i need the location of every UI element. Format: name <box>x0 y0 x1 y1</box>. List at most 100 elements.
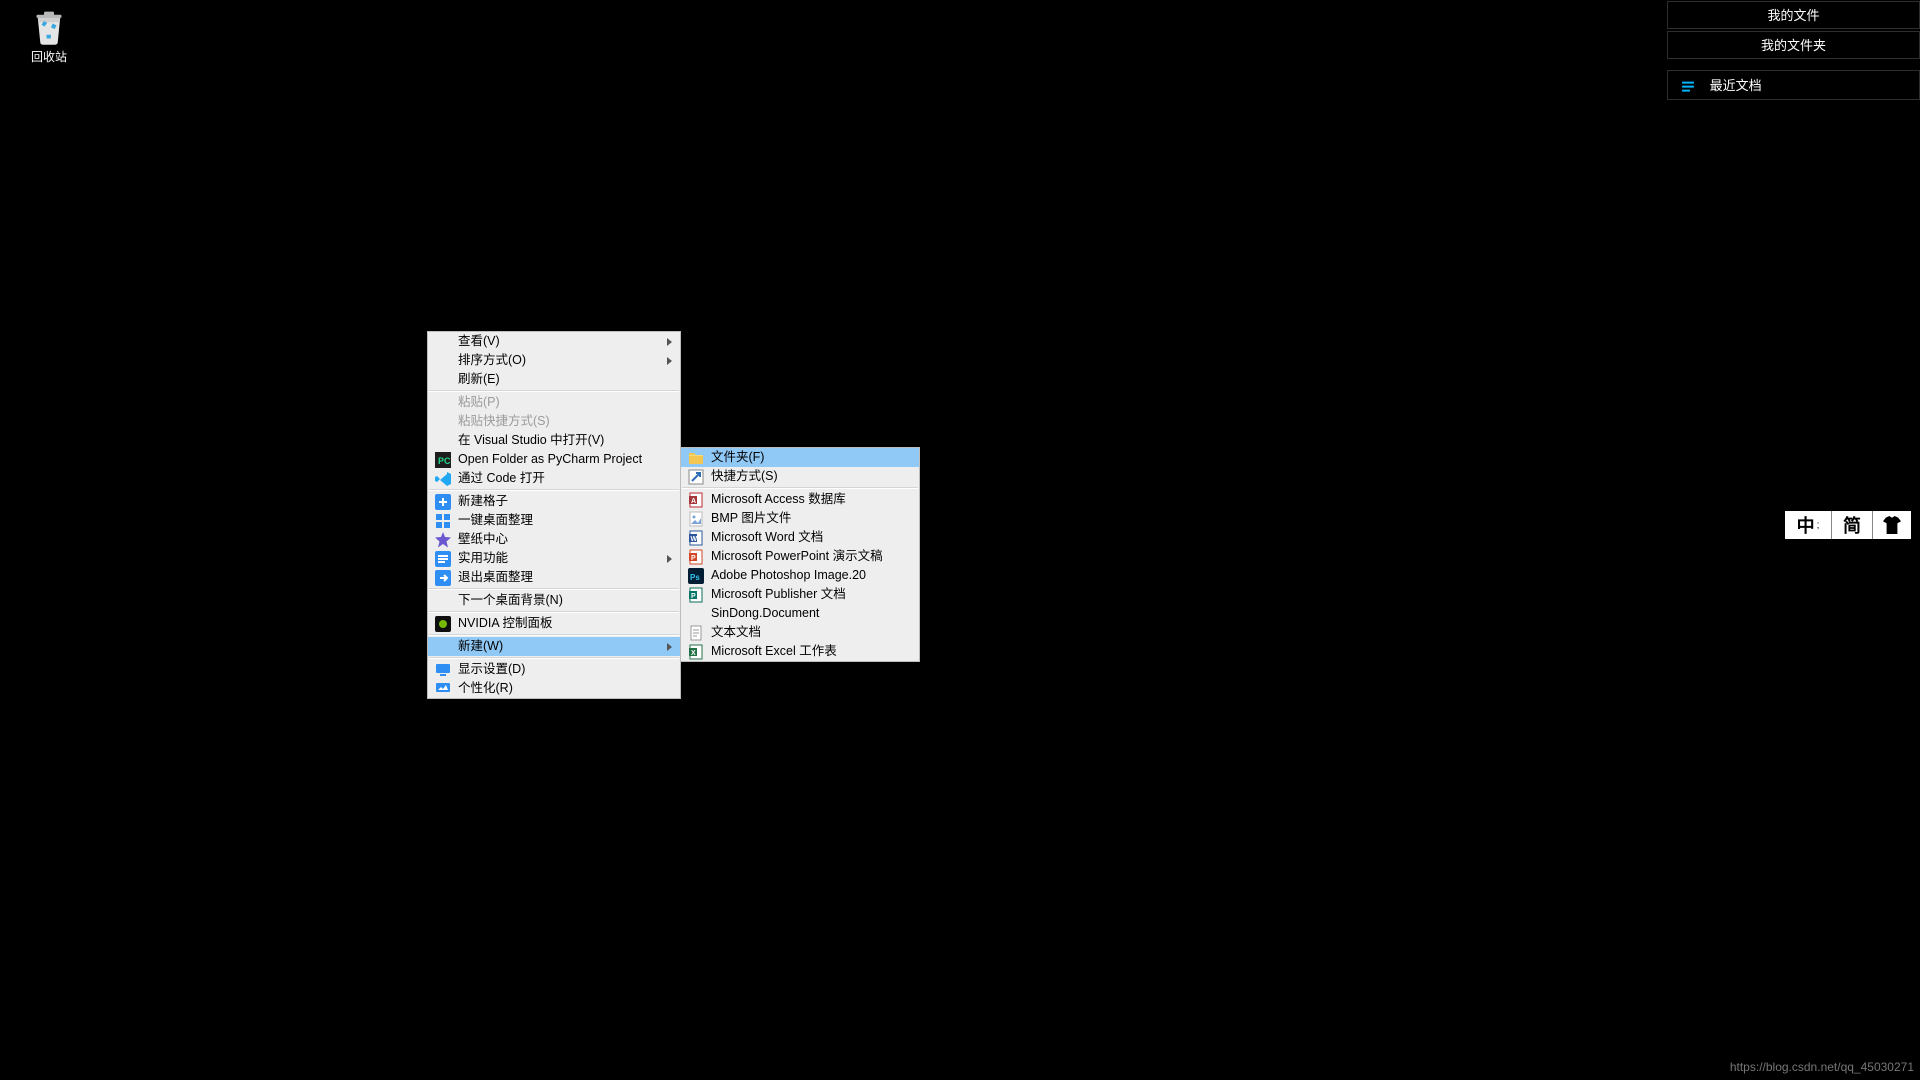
menu-label: Microsoft PowerPoint 演示文稿 <box>711 549 883 563</box>
svg-text:W: W <box>691 536 698 543</box>
txt-icon <box>688 625 704 641</box>
menu-label: BMP 图片文件 <box>711 511 791 525</box>
side-panel-label: 我的文件 <box>1767 8 1819 23</box>
new-sindong[interactable]: SinDong.Document <box>681 604 919 623</box>
menu-label: 个性化(R) <box>458 681 513 695</box>
menu-label: Adobe Photoshop Image.20 <box>711 568 866 582</box>
new-word[interactable]: W Microsoft Word 文档 <box>681 528 919 547</box>
side-panel-recent-docs[interactable]: 最近文档 <box>1667 70 1920 100</box>
desktop-context-menu: 查看(V) 排序方式(O) 刷新(E) 粘贴(P) 粘贴快捷方式(S) 在 Vi… <box>427 331 681 699</box>
ime-skin-button[interactable] <box>1873 511 1911 539</box>
svg-text:P: P <box>691 593 696 600</box>
desktop-icon-recycle-bin[interactable]: 回收站 <box>12 6 86 65</box>
menu-label: 下一个桌面背景(N) <box>458 593 563 607</box>
photoshop-icon: Ps <box>688 568 704 584</box>
menu-label: Microsoft Publisher 文档 <box>711 587 846 601</box>
svg-text:A: A <box>691 498 696 505</box>
svg-text:Ps: Ps <box>690 573 700 582</box>
menu-label: 粘贴(P) <box>458 395 500 409</box>
shortcut-icon <box>688 469 704 485</box>
word-icon: W <box>688 530 704 546</box>
ctx-paste-shortcut: 粘贴快捷方式(S) <box>428 412 680 431</box>
menu-separator <box>682 487 918 489</box>
recycle-bin-icon <box>29 6 69 46</box>
ctx-nvidia[interactable]: NVIDIA 控制面板 <box>428 614 680 633</box>
recycle-bin-label: 回收站 <box>12 48 86 65</box>
vscode-icon <box>435 471 451 487</box>
menu-separator <box>429 611 679 613</box>
menu-label: 通过 Code 打开 <box>458 471 545 485</box>
new-publisher[interactable]: P Microsoft Publisher 文档 <box>681 585 919 604</box>
wallpaper-icon <box>435 532 451 548</box>
powerpoint-icon: P <box>688 549 704 565</box>
side-panel-my-folder[interactable]: 我的文件夹 <box>1667 31 1920 59</box>
ctx-display-settings[interactable]: 显示设置(D) <box>428 660 680 679</box>
svg-text:X: X <box>691 650 696 657</box>
ctx-open-code[interactable]: 通过 Code 打开 <box>428 469 680 488</box>
side-panel-label: 最近文档 <box>1710 78 1762 93</box>
nvidia-icon <box>435 616 451 632</box>
ctx-refresh[interactable]: 刷新(E) <box>428 370 680 389</box>
new-folder[interactable]: 文件夹(F) <box>681 448 919 467</box>
menu-separator <box>429 657 679 659</box>
ime-sub: ; <box>1817 520 1820 531</box>
ctx-wallpaper-center[interactable]: 壁纸中心 <box>428 530 680 549</box>
ctx-paste: 粘贴(P) <box>428 393 680 412</box>
ctx-new[interactable]: 新建(W) <box>428 637 680 656</box>
folder-icon <box>688 450 704 466</box>
menu-separator <box>429 390 679 392</box>
menu-label: 文本文档 <box>711 625 761 639</box>
menu-separator <box>429 489 679 491</box>
menu-label: 退出桌面整理 <box>458 570 533 584</box>
publisher-icon: P <box>688 587 704 603</box>
arrange-icon <box>435 513 451 529</box>
menu-separator <box>429 588 679 590</box>
ctx-exit-arrange[interactable]: 退出桌面整理 <box>428 568 680 587</box>
new-txt[interactable]: 文本文档 <box>681 623 919 642</box>
new-photoshop[interactable]: Ps Adobe Photoshop Image.20 <box>681 566 919 585</box>
ime-toolbar[interactable]: 中; 简 <box>1784 510 1912 540</box>
svg-text:P: P <box>691 555 696 562</box>
bmp-icon <box>688 511 704 527</box>
menu-label: 壁纸中心 <box>458 532 508 546</box>
new-excel[interactable]: X Microsoft Excel 工作表 <box>681 642 919 661</box>
ime-charset-toggle[interactable]: 简 <box>1832 511 1873 539</box>
menu-label: 查看(V) <box>458 334 500 348</box>
menu-label: Open Folder as PyCharm Project <box>458 452 642 466</box>
menu-label: 刷新(E) <box>458 372 500 386</box>
ctx-next-wallpaper[interactable]: 下一个桌面背景(N) <box>428 591 680 610</box>
new-submenu: 文件夹(F) 快捷方式(S) A Microsoft Access 数据库 BM… <box>680 447 920 662</box>
ctx-open-visual-studio[interactable]: 在 Visual Studio 中打开(V) <box>428 431 680 450</box>
new-shortcut[interactable]: 快捷方式(S) <box>681 467 919 486</box>
menu-label: 显示设置(D) <box>458 662 525 676</box>
ctx-view[interactable]: 查看(V) <box>428 332 680 351</box>
menu-label: 新建格子 <box>458 494 508 508</box>
menu-label: 粘贴快捷方式(S) <box>458 414 550 428</box>
menu-separator <box>429 634 679 636</box>
menu-label: 新建(W) <box>458 639 503 653</box>
svg-text:PC: PC <box>438 456 451 466</box>
menu-label: SinDong.Document <box>711 606 819 620</box>
side-panel-my-files[interactable]: 我的文件 <box>1667 1 1920 29</box>
ctx-personalize[interactable]: 个性化(R) <box>428 679 680 698</box>
tshirt-icon <box>1881 516 1903 534</box>
ime-lang-toggle[interactable]: 中; <box>1785 511 1832 539</box>
ctx-utility[interactable]: 实用功能 <box>428 549 680 568</box>
new-access[interactable]: A Microsoft Access 数据库 <box>681 490 919 509</box>
menu-label: 一键桌面整理 <box>458 513 533 527</box>
ctx-new-grid[interactable]: 新建格子 <box>428 492 680 511</box>
new-powerpoint[interactable]: P Microsoft PowerPoint 演示文稿 <box>681 547 919 566</box>
excel-icon: X <box>688 644 704 660</box>
side-panel-label: 我的文件夹 <box>1761 38 1826 53</box>
ctx-one-click-arrange[interactable]: 一键桌面整理 <box>428 511 680 530</box>
menu-label: NVIDIA 控制面板 <box>458 616 552 630</box>
ctx-open-pycharm[interactable]: PC Open Folder as PyCharm Project <box>428 450 680 469</box>
display-icon <box>435 662 451 678</box>
menu-label: Microsoft Access 数据库 <box>711 492 846 506</box>
menu-label: 文件夹(F) <box>711 450 764 464</box>
menu-label: 在 Visual Studio 中打开(V) <box>458 433 604 447</box>
exit-arrange-icon <box>435 570 451 586</box>
ctx-sort[interactable]: 排序方式(O) <box>428 351 680 370</box>
new-bmp[interactable]: BMP 图片文件 <box>681 509 919 528</box>
menu-label: Microsoft Excel 工作表 <box>711 644 837 658</box>
